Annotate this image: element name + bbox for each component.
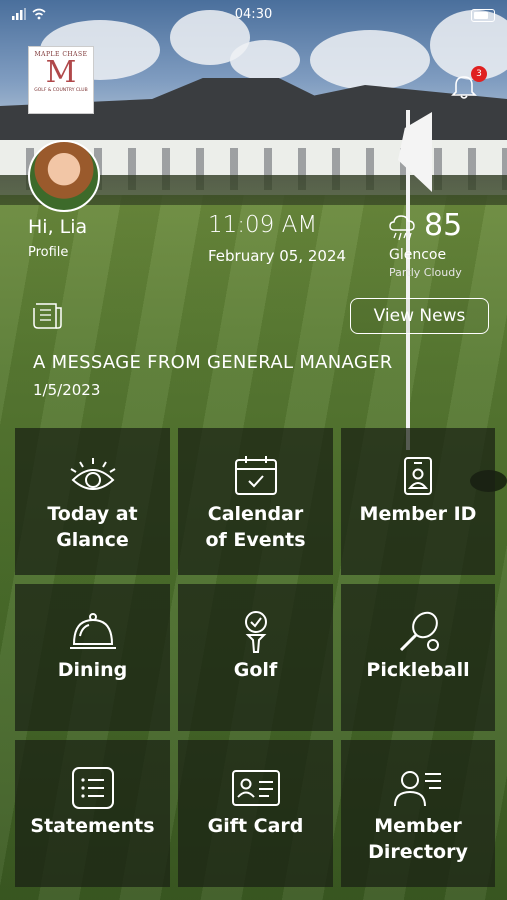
feature-grid: Today at Glance Calendar of Events Member … xyxy=(15,428,495,887)
id-badge-icon xyxy=(404,457,432,495)
news-headline[interactable]: A MESSAGE FROM GENERAL MANAGER xyxy=(33,352,393,373)
calendar-icon xyxy=(234,456,277,495)
cloche-icon xyxy=(69,613,116,649)
profile-link[interactable]: Profile xyxy=(28,245,68,260)
directory-icon xyxy=(394,771,441,807)
greeting: Hi, Lia xyxy=(28,216,88,238)
status-time: 04:30 xyxy=(234,7,273,22)
golf-tee-icon xyxy=(244,611,267,653)
tile-pickleball[interactable]: Pickleball xyxy=(341,584,495,731)
tile-gift-card[interactable]: Gift Card xyxy=(178,740,333,887)
tile-label: Pickleball xyxy=(366,659,470,681)
tile-golf[interactable]: Golf xyxy=(178,584,333,731)
list-icon xyxy=(71,767,114,809)
current-date: February 05, 2024 xyxy=(208,247,347,265)
rain-cloud-icon xyxy=(389,215,415,241)
tile-member-directory[interactable]: Member Directory xyxy=(341,740,495,887)
tile-label: Statements xyxy=(30,815,155,837)
tile-label: Member Directory xyxy=(368,815,468,863)
paddle-icon xyxy=(399,611,439,652)
tile-label: Gift Card xyxy=(207,815,304,837)
card-icon xyxy=(231,770,280,806)
weather-location: Glencoe xyxy=(389,247,447,263)
view-news-button[interactable]: View News xyxy=(350,298,489,334)
status-bar: 04:30 xyxy=(0,0,507,30)
logo-subtitle: GOLF & COUNTRY CLUB xyxy=(34,88,88,93)
weather-condition: Partly Cloudy xyxy=(389,266,462,279)
tile-member-id[interactable]: Member ID xyxy=(341,428,495,575)
tile-today-at-glance[interactable]: Today at Glance xyxy=(15,428,170,575)
temperature: 85 xyxy=(424,208,463,243)
logo-monogram: M xyxy=(45,55,77,90)
tile-statements[interactable]: Statements xyxy=(15,740,170,887)
tile-label: Calendar of Events xyxy=(205,503,306,551)
avatar[interactable] xyxy=(28,140,100,212)
eye-icon xyxy=(69,458,116,490)
tile-dining[interactable]: Dining xyxy=(15,584,170,731)
club-logo[interactable]: MAPLE CHASE M GOLF & COUNTRY CLUB xyxy=(28,46,94,114)
notification-badge: 3 xyxy=(471,66,487,82)
tile-calendar-of-events[interactable]: Calendar of Events xyxy=(178,428,333,575)
tile-label: Member ID xyxy=(359,503,477,525)
battery-icon xyxy=(471,9,495,22)
news-date: 1/5/2023 xyxy=(33,381,101,399)
tile-label: Today at Glance xyxy=(47,503,138,551)
tile-label: Dining xyxy=(57,659,128,681)
tile-label: Golf xyxy=(233,659,278,681)
newspaper-icon[interactable] xyxy=(32,298,64,332)
current-time: 11:09 AM xyxy=(208,212,318,238)
